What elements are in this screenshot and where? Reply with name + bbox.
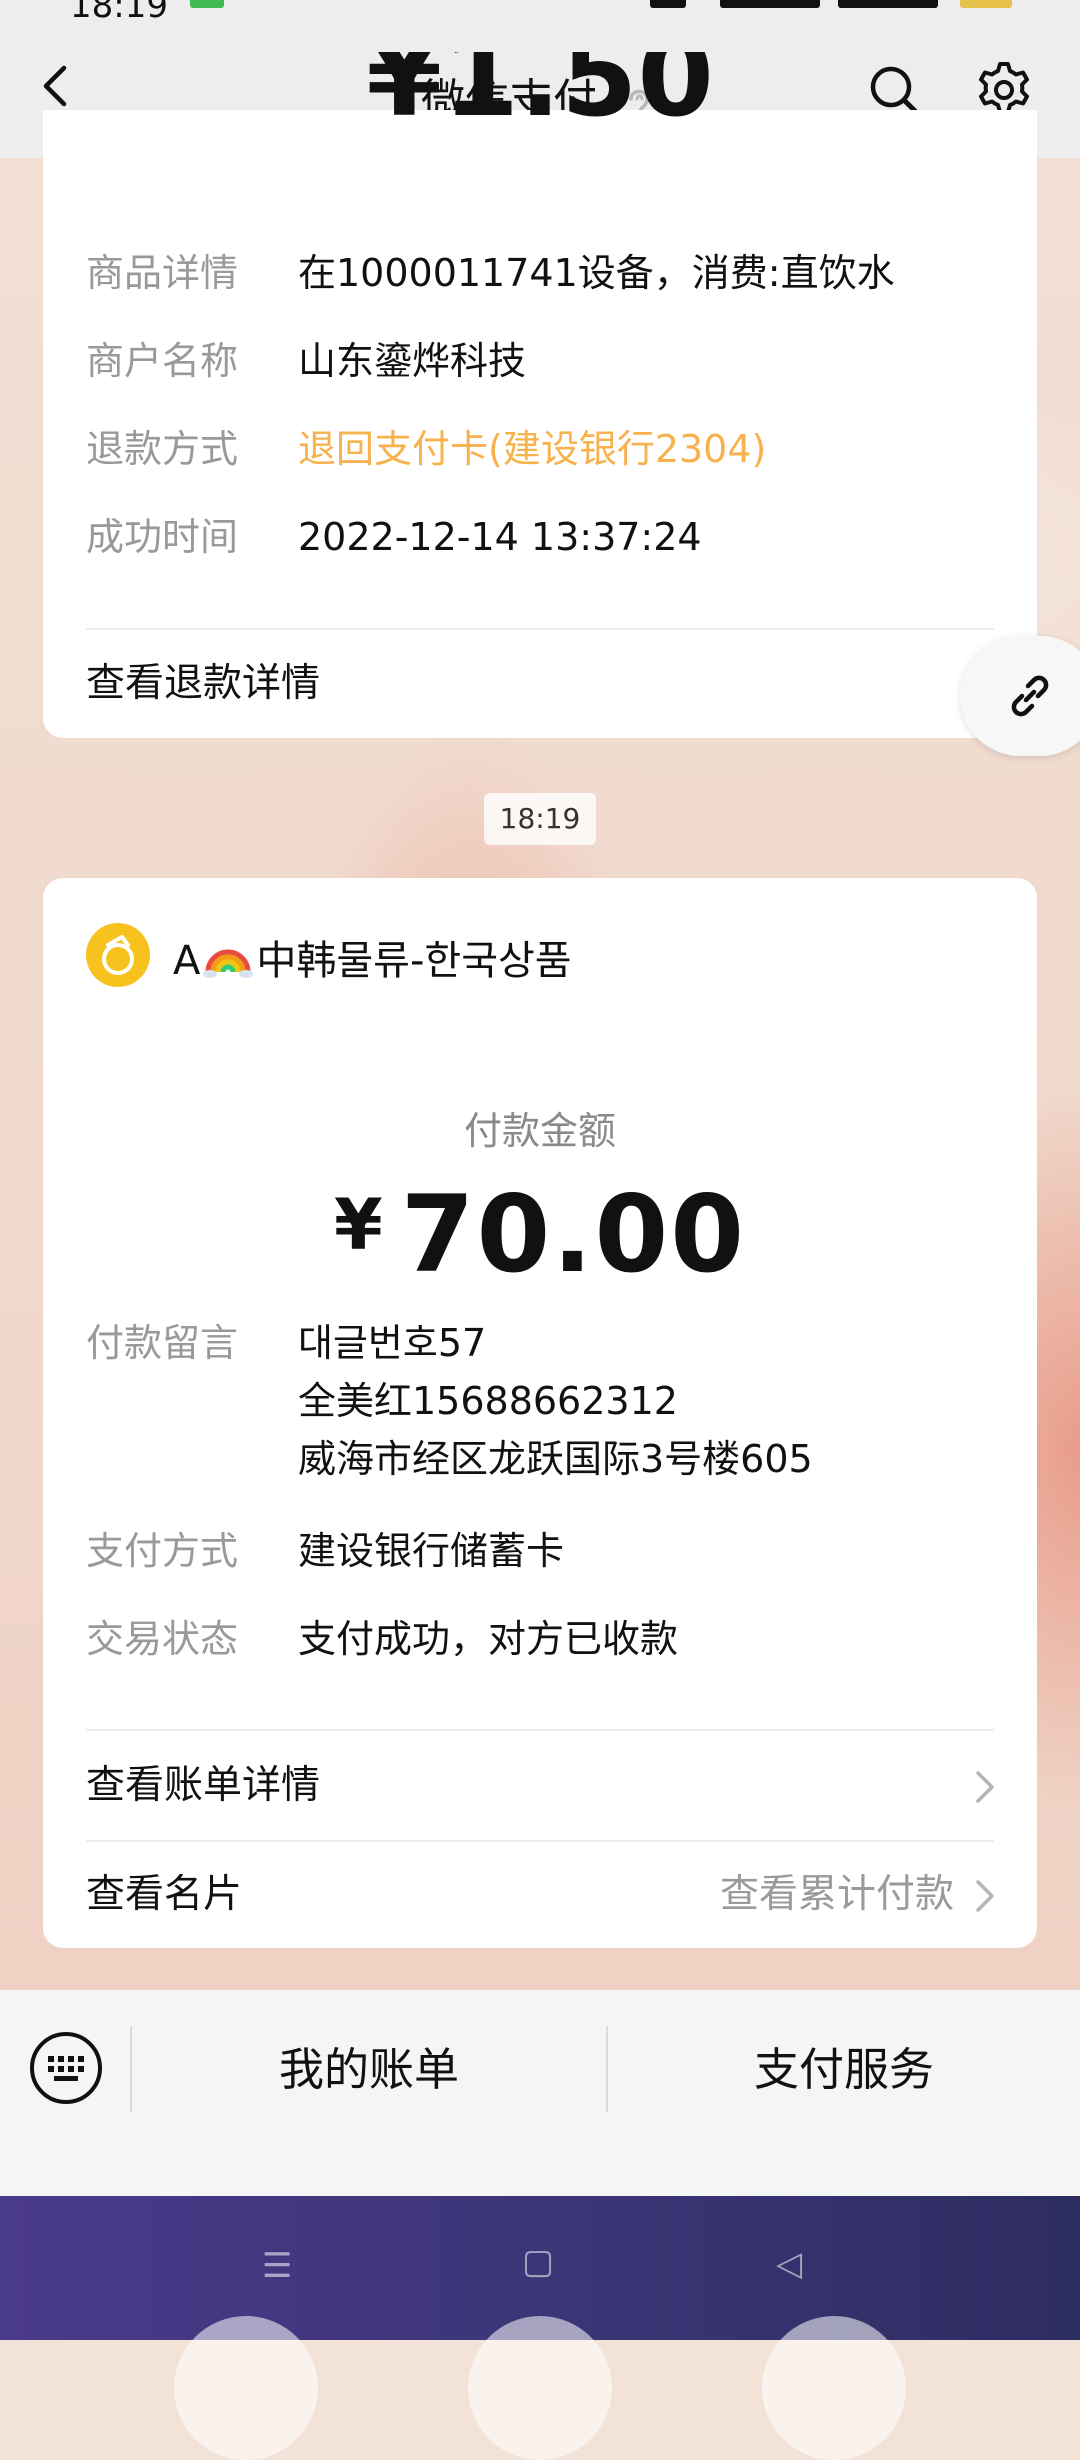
row-label: 成功时间 bbox=[86, 515, 239, 559]
back-nav-icon[interactable]: ◁ bbox=[776, 2244, 802, 2284]
row-value: 在1000011741设备，消费:直饮水 bbox=[298, 251, 895, 295]
refund-detail-link[interactable]: 查看退款详情 bbox=[86, 630, 994, 738]
bottom-menu: 我的账单 支付服务 bbox=[0, 1990, 1080, 2196]
refund-card: ¥1.50 商品详情 在1000011741设备，消费:直饮水 商户名称 山东鎏… bbox=[43, 52, 1037, 738]
battery-icon bbox=[960, 0, 1012, 8]
status-bar: 18:19 bbox=[0, 0, 1080, 26]
link-button[interactable] bbox=[960, 636, 1080, 756]
cumulative-payment-label: 查看累计付款 bbox=[719, 1872, 954, 1917]
floating-dock: ☰ ▢ ◁ bbox=[0, 2196, 1080, 2460]
message-line: 全美红15688662312 bbox=[298, 1379, 678, 1423]
message-line: 威海市经区龙跃国际3号楼605 bbox=[298, 1437, 813, 1481]
refund-amount-text: ¥1.50 bbox=[366, 52, 714, 134]
business-card-label: 查看名片 bbox=[86, 1872, 243, 1917]
my-bills-menu[interactable]: 我的账单 bbox=[132, 1990, 606, 2150]
bill-detail-label: 查看账单详情 bbox=[86, 1763, 321, 1808]
merchant-name-text: 中韩물류-한국상품 bbox=[256, 938, 572, 984]
rainbow-icon bbox=[203, 949, 254, 978]
row-value: 2022-12-14 13:37:24 bbox=[298, 515, 702, 559]
menu-icon[interactable]: ☰ bbox=[262, 2246, 292, 2286]
network-icon bbox=[720, 0, 820, 8]
business-card-link[interactable]: 查看名片 查看累计付款 bbox=[86, 1842, 994, 1948]
row-label: 交易状态 bbox=[86, 1617, 239, 1661]
keyboard-icon[interactable] bbox=[28, 2030, 104, 2106]
row-value: 山东鎏烨科技 bbox=[298, 339, 527, 383]
row-value: 建设银行储蓄卡 bbox=[298, 1529, 565, 1573]
row-label: 支付方式 bbox=[86, 1529, 239, 1573]
chevron-right-icon bbox=[976, 1771, 994, 1803]
message-timestamp: 18:19 bbox=[484, 793, 596, 845]
scan-button[interactable] bbox=[762, 2316, 906, 2460]
merchant-name[interactable]: A 中韩물류-한국상품 bbox=[173, 928, 572, 986]
amount-value: 70.00 bbox=[400, 1173, 746, 1296]
app-notification-icon bbox=[190, 0, 224, 8]
merchant-prefix: A bbox=[173, 938, 201, 984]
merchant-logo bbox=[86, 923, 150, 987]
message-line: 대글번호57 bbox=[298, 1321, 487, 1365]
chevron-right-icon bbox=[976, 1880, 994, 1912]
link-icon bbox=[1011, 675, 1049, 717]
row-value: 退回支付卡(建设银行2304) bbox=[298, 427, 767, 471]
row-label: 商户名称 bbox=[86, 339, 239, 383]
row-value: 대글번호57 全美红15688662312 威海市经区龙跃国际3号楼605 bbox=[298, 1314, 998, 1488]
bill-detail-link[interactable]: 查看账单详情 bbox=[86, 1731, 994, 1841]
row-label: 退款方式 bbox=[86, 427, 239, 471]
signal-icon bbox=[838, 0, 938, 8]
payment-amount: ¥70.00 bbox=[43, 1173, 1037, 1296]
wallet-icon bbox=[102, 935, 134, 975]
camera-button[interactable] bbox=[468, 2316, 612, 2460]
row-label: 付款留言 bbox=[86, 1321, 239, 1365]
refund-detail-label: 查看退款详情 bbox=[86, 661, 321, 706]
amount-label: 付款金额 bbox=[463, 1109, 616, 1153]
alarm-icon bbox=[650, 0, 686, 8]
row-value: 支付成功，对方已收款 bbox=[298, 1617, 679, 1661]
refund-amount: ¥1.50 bbox=[43, 52, 1037, 134]
payment-services-menu[interactable]: 支付服务 bbox=[608, 1990, 1080, 2150]
row-label: 商品详情 bbox=[86, 251, 239, 295]
home-icon[interactable]: ▢ bbox=[522, 2242, 554, 2282]
payment-card[interactable]: A 中韩물류-한국상품 付款金额 ¥70.00 付款留言 대글번호57 全美红1… bbox=[43, 878, 1037, 1948]
gallery-button[interactable] bbox=[174, 2316, 318, 2460]
currency-symbol: ¥ bbox=[333, 1184, 383, 1266]
